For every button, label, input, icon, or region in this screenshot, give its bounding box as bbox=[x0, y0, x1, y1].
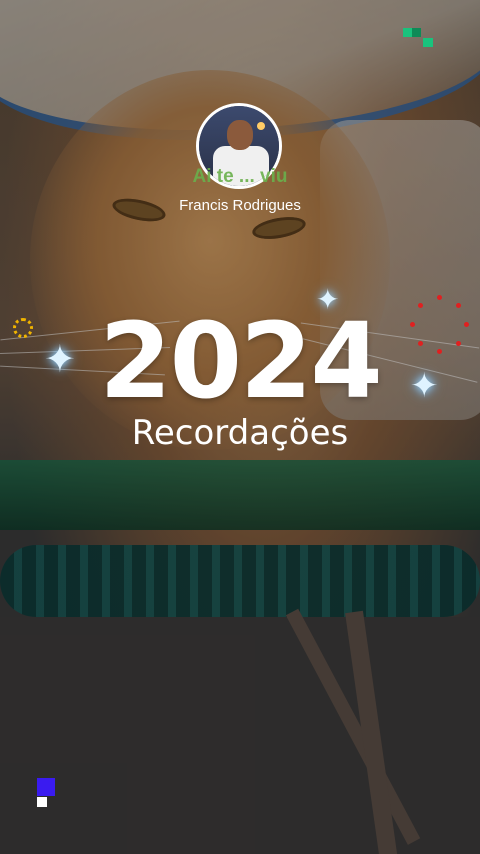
recordacoes-subtitle: Recordações bbox=[131, 413, 349, 453]
pixel-decoration bbox=[37, 778, 55, 796]
ring-dot bbox=[464, 322, 469, 327]
ring-dot bbox=[456, 341, 461, 346]
ring-dot bbox=[437, 349, 442, 354]
username[interactable]: Francis Rodrigues bbox=[0, 197, 480, 214]
sun-icon bbox=[13, 318, 33, 338]
story-caption: Ai te ... viu bbox=[192, 166, 288, 187]
pixel-decoration bbox=[37, 797, 47, 807]
sparkle-icon: ✦ bbox=[316, 283, 340, 316]
ring-dot bbox=[437, 295, 442, 300]
sparkle-icon: ✦ bbox=[410, 366, 439, 406]
ring-dot bbox=[418, 341, 423, 346]
ring-dot bbox=[456, 303, 461, 308]
avatar-face bbox=[227, 120, 253, 150]
red-dots-ring-icon bbox=[410, 295, 470, 355]
pixel-decoration bbox=[403, 28, 412, 37]
avatar-light bbox=[257, 122, 265, 130]
pixel-decoration bbox=[412, 28, 421, 37]
pixel-decoration bbox=[423, 38, 433, 47]
ring-dot bbox=[410, 322, 415, 327]
sparkle-icon: ✦ bbox=[44, 337, 76, 381]
ring-dot bbox=[418, 303, 423, 308]
